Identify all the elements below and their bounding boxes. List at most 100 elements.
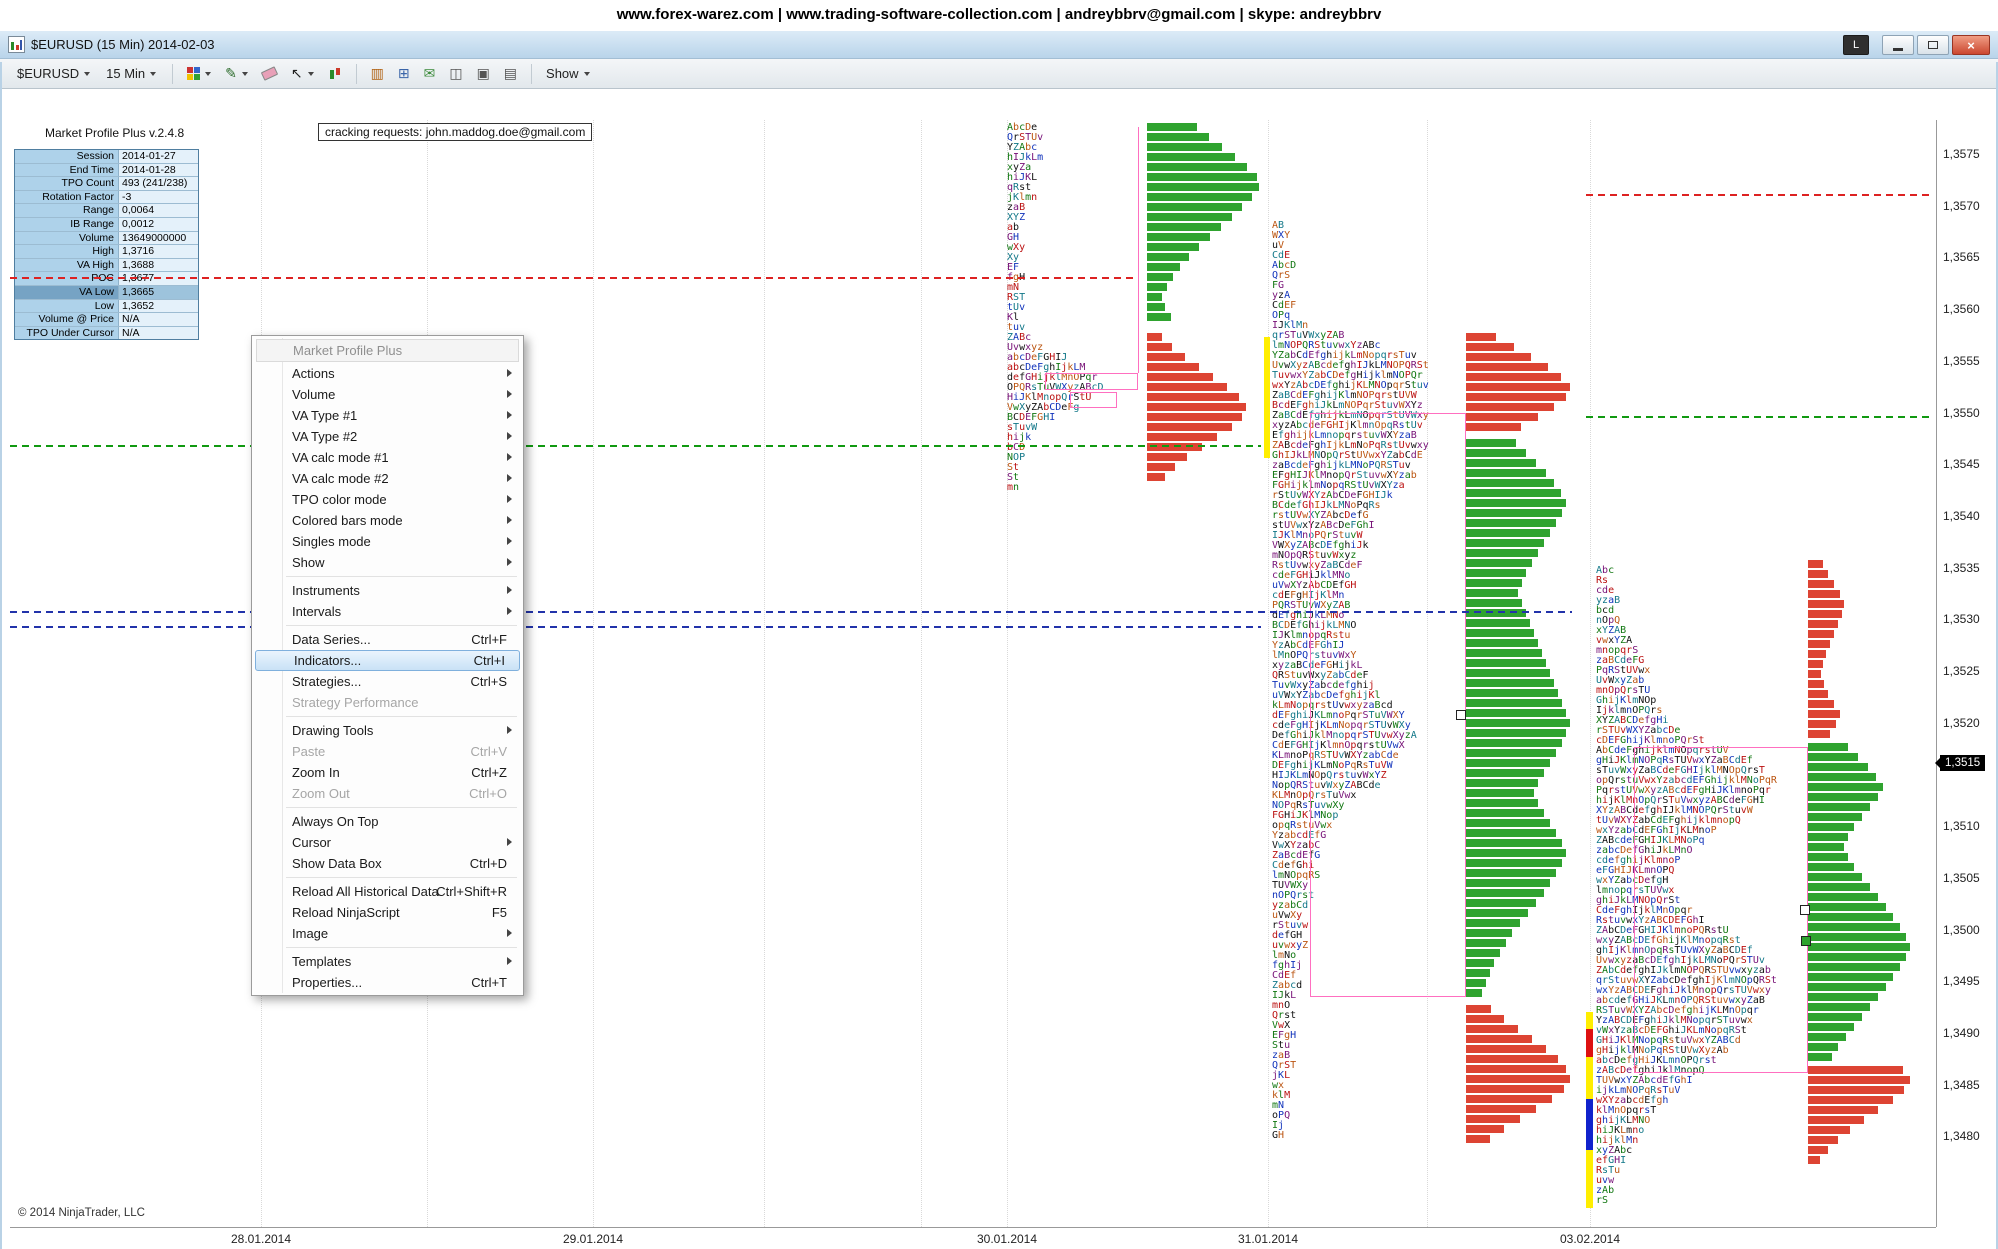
submenu-arrow-icon: [507, 495, 512, 503]
menu-item-always-on-top[interactable]: Always On Top: [254, 811, 521, 832]
menu-item-templates[interactable]: Templates: [254, 951, 521, 972]
menu-item-reload-ninjascript[interactable]: Reload NinjaScriptF5: [254, 902, 521, 923]
volume-bar: [1466, 479, 1554, 487]
menu-item-singles-mode[interactable]: Singles mode: [254, 531, 521, 552]
submenu-arrow-icon: [507, 516, 512, 524]
menu-item-drawing-tools[interactable]: Drawing Tools: [254, 720, 521, 741]
volume-bar: [1466, 599, 1522, 607]
chart-style-button[interactable]: [323, 65, 347, 83]
databox-row: TPO Count493 (241/238): [15, 177, 198, 191]
volume-bar: [1466, 383, 1570, 391]
menu-item-actions[interactable]: Actions: [254, 363, 521, 384]
volume-bar: [1808, 660, 1823, 668]
volume-bar: [1466, 589, 1518, 597]
value-area-outline: [1138, 127, 1139, 373]
volume-bar: [1466, 449, 1526, 457]
menu-item-zoom-in[interactable]: Zoom InCtrl+Z: [254, 762, 521, 783]
menu-item-instruments[interactable]: Instruments: [254, 580, 521, 601]
volume-bar: [1466, 413, 1538, 421]
tool-icon-button-2[interactable]: ⊞: [393, 65, 415, 83]
databox-value: 0,0012: [119, 218, 198, 231]
menu-item-va-calc-mode-1[interactable]: VA calc mode #1: [254, 447, 521, 468]
price-axis[interactable]: 1,35751,35701,35651,35601,35551,35501,35…: [1936, 120, 1997, 1227]
databox-value: 1,3688: [119, 259, 198, 272]
cursor-button[interactable]: ↖: [286, 65, 319, 83]
show-selector[interactable]: Show: [539, 63, 597, 84]
menu-item-label: VA calc mode #1: [292, 450, 389, 465]
volume-bar: [1808, 973, 1893, 981]
volume-bar: [1147, 153, 1235, 161]
tpo-letter: Z: [1019, 212, 1025, 223]
volume-bar: [1466, 489, 1561, 497]
profile-stripe: [1586, 1150, 1593, 1208]
link-button[interactable]: L: [1843, 35, 1869, 55]
volume-bar: [1808, 580, 1834, 588]
tpo-letter: c: [1626, 1145, 1632, 1156]
tool-icon-button-4[interactable]: ◫: [444, 65, 467, 83]
tpo-letter: M: [1284, 1090, 1290, 1101]
tpo-letter: H: [1278, 1130, 1284, 1141]
tool-icon-button-5[interactable]: ▣: [472, 65, 495, 83]
databox-row: IB Range0,0012: [15, 218, 198, 232]
interval-selector[interactable]: 15 Min: [99, 63, 163, 84]
menu-shortcut: Ctrl+O: [469, 783, 507, 804]
volume-bar: [1466, 569, 1526, 577]
menu-item-show-data-box[interactable]: Show Data BoxCtrl+D: [254, 853, 521, 874]
volume-bar: [1466, 363, 1548, 371]
tpo-letter: H: [1290, 1030, 1296, 1041]
volume-bar: [1147, 403, 1246, 411]
databox-row: Volume @ PriceN/A: [15, 313, 198, 327]
tool-icon-button-6[interactable]: ▤: [499, 65, 522, 83]
databox-row: End Time2014-01-28 2:00: [15, 164, 198, 178]
volume-bar: [1466, 729, 1566, 737]
menu-item-volume[interactable]: Volume: [254, 384, 521, 405]
volume-bar: [1466, 1085, 1564, 1093]
tpo-letter: n: [1632, 1135, 1638, 1146]
instrument-selector[interactable]: $EURUSD: [10, 63, 97, 84]
date-axis[interactable]: 28.01.201429.01.201430.01.201431.01.2014…: [10, 1227, 1936, 1249]
price-label: 1,3545: [1943, 457, 1980, 471]
menu-item-colored-bars-mode[interactable]: Colored bars mode: [254, 510, 521, 531]
menu-item-indicators[interactable]: Indicators...Ctrl+I: [255, 650, 520, 671]
color-grid-icon: [187, 67, 200, 80]
menu-shortcut: Ctrl+S: [471, 671, 507, 692]
volume-bar: [1466, 929, 1512, 937]
tool-icon-button-1[interactable]: ▥: [366, 65, 389, 83]
volume-bar: [1808, 883, 1870, 891]
menu-item-label: Properties...: [292, 975, 362, 990]
maximize-button[interactable]: [1917, 35, 1949, 55]
instrument-label: $EURUSD: [17, 66, 79, 81]
volume-bar: [1808, 953, 1906, 961]
menu-item-va-type-2[interactable]: VA Type #2: [254, 426, 521, 447]
volume-bar: [1466, 879, 1550, 887]
tpo-letter: D: [1290, 260, 1296, 271]
menu-item-properties[interactable]: Properties...Ctrl+T: [254, 972, 521, 993]
color-bars-button[interactable]: [182, 65, 216, 82]
menu-item-cursor[interactable]: Cursor: [254, 832, 521, 853]
menu-item-strategies[interactable]: Strategies...Ctrl+S: [254, 671, 521, 692]
level-line: [10, 611, 1572, 613]
menu-item-show[interactable]: Show: [254, 552, 521, 573]
chevron-down-icon: [150, 72, 156, 76]
menu-item-data-series[interactable]: Data Series...Ctrl+F: [254, 629, 521, 650]
draw-button[interactable]: ✎: [220, 65, 253, 83]
profile-marker: [1801, 936, 1811, 946]
volume-bar: [1808, 570, 1828, 578]
volume-bar: [1808, 1066, 1903, 1074]
price-label: 1,3565: [1943, 250, 1980, 264]
tool-icon-button-3[interactable]: ✉: [419, 65, 441, 83]
submenu-arrow-icon: [507, 957, 512, 965]
menu-item-va-calc-mode-2[interactable]: VA calc mode #2: [254, 468, 521, 489]
menu-item-label: Market Profile Plus: [293, 343, 402, 358]
menu-item-va-type-1[interactable]: VA Type #1: [254, 405, 521, 426]
menu-item-tpo-color-mode[interactable]: TPO color mode: [254, 489, 521, 510]
menu-item-image[interactable]: Image: [254, 923, 521, 944]
erase-button[interactable]: [257, 67, 282, 80]
volume-bar: [1808, 833, 1848, 841]
menu-item-intervals[interactable]: Intervals: [254, 601, 521, 622]
minimize-button[interactable]: [1882, 35, 1914, 55]
close-button[interactable]: ×: [1952, 35, 1990, 55]
menu-item-reload-all-historical-data[interactable]: Reload All Historical DataCtrl+Shift+R: [254, 881, 521, 902]
tpo-letter: F: [1290, 300, 1296, 311]
volume-bar: [1466, 749, 1556, 757]
